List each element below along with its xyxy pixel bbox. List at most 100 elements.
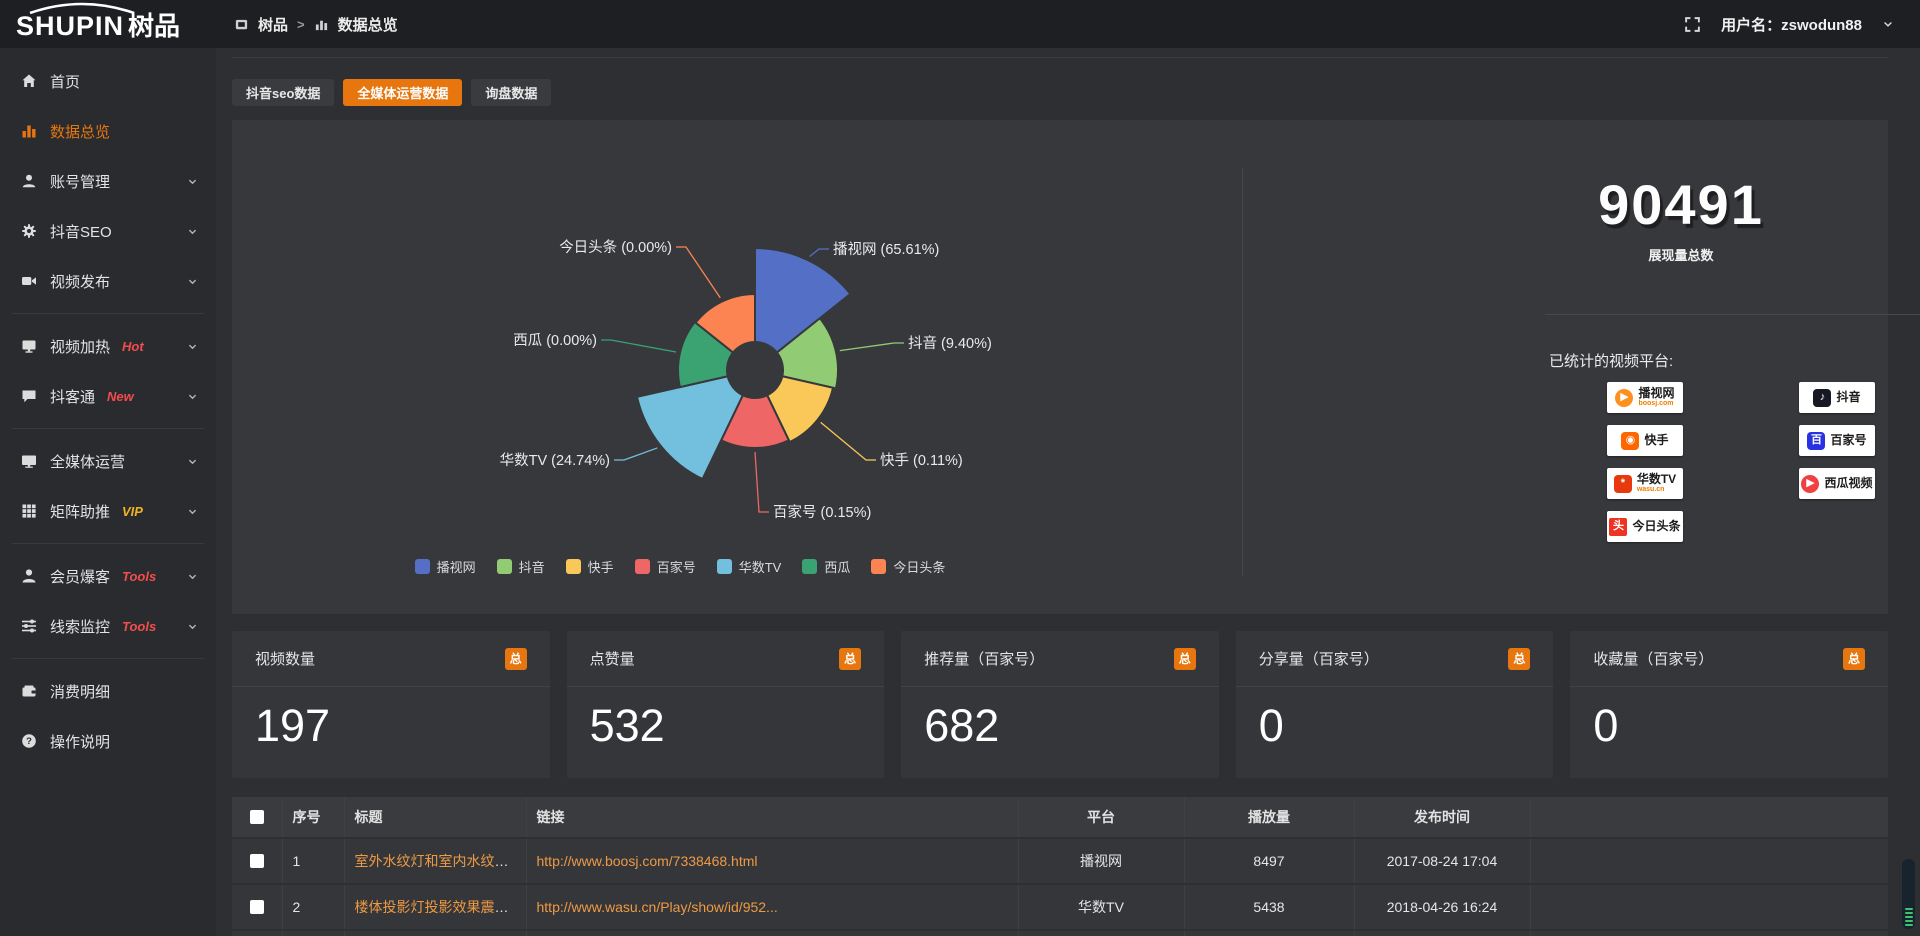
cell-platform: 播视网 <box>1018 838 1184 884</box>
svg-text:?: ? <box>26 736 32 747</box>
platform-chips-left: ▶播视网boosj.com◉快手*华数TVwasu.cn头今日头条 <box>1607 382 1683 542</box>
sidebar-divider <box>12 428 204 429</box>
username-label[interactable]: 用户名：zswodun88 <box>1721 14 1862 35</box>
sidebar-item-douketong[interactable]: 抖客通New <box>0 371 216 421</box>
chevron-down-icon[interactable] <box>1882 18 1894 30</box>
sidebar-item-douyin-seo[interactable]: 抖音SEO <box>0 206 216 256</box>
stat-card-like-count: 点赞量总532 <box>567 631 885 778</box>
sidebar-item-matrix-boost[interactable]: 矩阵助推VIP <box>0 486 216 536</box>
pie-label-line <box>840 343 904 351</box>
platform-chip-kuaishou: ◉快手 <box>1607 425 1683 456</box>
sidebar-item-media-ops[interactable]: 全媒体运营 <box>0 436 216 486</box>
platform-caption: wasu.cn <box>1637 486 1665 494</box>
breadcrumb: 树品 > 数据总览 <box>234 14 398 35</box>
breadcrumb-root[interactable]: 树品 <box>258 14 288 35</box>
row-checkbox[interactable] <box>250 900 264 914</box>
pie-label-line <box>810 249 829 256</box>
breadcrumb-current: 数据总览 <box>338 14 398 35</box>
tab-douyin-seo-data[interactable]: 抖音seo数据 <box>232 79 334 106</box>
video-title-link[interactable]: 室外水纹灯和室内水纹灯的区别和简介 <box>355 853 527 869</box>
sidebar-item-data-overview[interactable]: 数据总览 <box>0 106 216 156</box>
sidebar-item-home[interactable]: 首页 <box>0 56 216 106</box>
top-bar: SHUPIN 树品 树品 > 数据总览 用户名：zswodun88 <box>0 0 1920 48</box>
card-header: 收藏量（百家号）总 <box>1570 631 1888 687</box>
sidebar-item-label: 全媒体运营 <box>50 451 125 472</box>
sidebar-item-consume-detail[interactable]: 消费明细 <box>0 666 216 716</box>
legend-label: 快手 <box>588 557 614 576</box>
sidebar-item-account-manage[interactable]: 账号管理 <box>0 156 216 206</box>
legend-swatch <box>566 559 581 574</box>
legend-item-toutiao[interactable]: 今日头条 <box>871 557 945 576</box>
legend-swatch <box>871 559 886 574</box>
baijiahao-logo-icon: 百 <box>1807 432 1825 450</box>
column-header: 平台 <box>1018 797 1184 838</box>
legend-label: 华数TV <box>739 557 782 576</box>
user-area: 用户名：zswodun88 <box>1684 14 1920 35</box>
bar-chart-icon <box>20 123 37 139</box>
sidebar-item-label: 视频发布 <box>50 271 110 292</box>
legend-item-kuaishou[interactable]: 快手 <box>566 557 614 576</box>
tab-inquiry-data[interactable]: 询盘数据 <box>471 79 551 106</box>
card-label: 点赞量 <box>590 648 635 669</box>
sidebar-item-video-heat[interactable]: 视频加热Hot <box>0 321 216 371</box>
kuaishou-logo-icon: ◉ <box>1621 432 1639 450</box>
select-all-checkbox[interactable] <box>250 810 264 824</box>
sidebar-item-clue-monitor[interactable]: 线索监控Tools <box>0 601 216 651</box>
wasu-logo-icon: * <box>1614 475 1632 493</box>
stat-card-video-count: 视频数量总197 <box>232 631 550 778</box>
row-checkbox[interactable] <box>250 854 264 868</box>
camcorder-icon <box>20 273 37 289</box>
fullscreen-icon[interactable] <box>1684 16 1701 33</box>
legend-item-wasu[interactable]: 华数TV <box>717 557 782 576</box>
card-value: 0 <box>1236 687 1554 752</box>
total-badge: 总 <box>1174 648 1196 670</box>
bar-chart-icon <box>314 17 329 32</box>
card-value: 682 <box>901 687 1219 752</box>
platform-chip-douyin: ♪抖音 <box>1799 382 1875 413</box>
grid-icon <box>20 503 37 519</box>
vertical-divider <box>1242 168 1243 576</box>
pie-label-line <box>755 452 769 512</box>
chevron-down-icon <box>187 506 198 517</box>
video-title-link[interactable]: 楼体投影灯投影效果震撼上市 <box>355 899 527 915</box>
home-icon <box>20 73 37 89</box>
summary-panel: 90491 展现量总数 已统计的视频平台: ▶播视网boosj.com◉快手*华… <box>1474 120 1888 614</box>
card-label: 视频数量 <box>255 648 315 669</box>
breadcrumb-separator: > <box>297 17 305 32</box>
legend-item-douyin[interactable]: 抖音 <box>497 557 545 576</box>
video-url-link[interactable]: http://www.boosj.com/7338468.html <box>537 853 758 869</box>
logo: SHUPIN 树品 <box>0 0 216 48</box>
person-icon <box>20 568 37 584</box>
summary-divider <box>1545 314 1920 315</box>
video-url-link[interactable]: http://www.wasu.cn/Play/show/id/952... <box>537 899 778 915</box>
legend-item-xigua[interactable]: 西瓜 <box>802 557 850 576</box>
user-icon <box>20 173 37 189</box>
total-badge: 总 <box>1508 648 1530 670</box>
pie-label-line <box>601 340 676 352</box>
legend-item-boosj[interactable]: 播视网 <box>415 557 476 576</box>
floating-widget[interactable] <box>1902 859 1915 929</box>
pie-label-kuaishou: 快手 (0.11%) <box>880 452 963 469</box>
sidebar-item-help[interactable]: ?操作说明 <box>0 716 216 766</box>
sidebar-item-member-baoke[interactable]: 会员爆客Tools <box>0 551 216 601</box>
pie-label-line <box>614 448 657 460</box>
platform-chip-baijiahao: 百百家号 <box>1799 425 1875 456</box>
platform-name: 播视网 <box>1638 387 1674 400</box>
legend-item-baijiahao[interactable]: 百家号 <box>635 557 696 576</box>
sidebar-item-label: 首页 <box>50 71 80 92</box>
sidebar-badge-new: New <box>107 389 134 404</box>
cell-index: 1 <box>282 838 344 884</box>
cell-time: 2018-04-26 16:24 <box>1354 884 1530 930</box>
sliders-icon <box>20 618 37 634</box>
impressions-total-value: 90491 <box>1474 172 1888 237</box>
column-header: 标题 <box>344 797 526 838</box>
main-content: 抖音seo数据全媒体运营数据询盘数据 播视网 (65.61%)抖音 (9.40%… <box>216 48 1920 936</box>
legend-label: 百家号 <box>657 557 696 576</box>
card-header: 视频数量总 <box>232 631 550 687</box>
pie-slice-wasu[interactable] <box>637 376 743 479</box>
tab-media-ops-data[interactable]: 全媒体运营数据 <box>343 79 462 106</box>
question-icon: ? <box>20 733 37 749</box>
logo-arc <box>22 1 142 19</box>
sidebar-item-video-publish[interactable]: 视频发布 <box>0 256 216 306</box>
toutiao-logo-icon: 头 <box>1609 518 1627 536</box>
